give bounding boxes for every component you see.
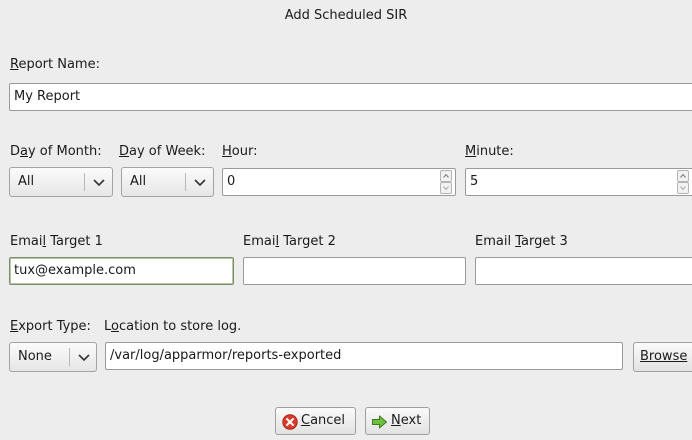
next-button[interactable]: Next xyxy=(365,407,430,435)
cancel-button-label: Cancel xyxy=(301,413,346,428)
export-type-label: Export Type: xyxy=(10,319,91,334)
email-target-2-label: Email Target 2 xyxy=(243,234,336,249)
chevron-up-icon xyxy=(443,173,449,178)
location-label: Location to store log. xyxy=(104,319,242,334)
email-target-1-input[interactable]: tux@example.com xyxy=(9,257,234,285)
hour-increment-button[interactable] xyxy=(440,170,452,182)
dialog-title: Add Scheduled SIR xyxy=(284,8,408,23)
minute-spinbutton[interactable]: 5 xyxy=(465,168,692,196)
email-target-3-label: Email Target 3 xyxy=(475,234,568,249)
report-name-input[interactable]: My Report xyxy=(9,83,692,111)
chevron-down-icon xyxy=(93,179,105,187)
cancel-button[interactable]: Cancel xyxy=(275,407,356,435)
day-of-week-value: All xyxy=(130,174,147,189)
export-type-combo[interactable]: None xyxy=(9,342,97,372)
day-of-week-label: Day of Week: xyxy=(119,144,206,159)
next-arrow-icon xyxy=(372,415,387,429)
hour-spinbutton[interactable]: 0 xyxy=(222,168,456,196)
email-target-1-label: Email Target 1 xyxy=(10,234,103,249)
day-of-week-combo[interactable]: All xyxy=(121,167,214,197)
browse-button[interactable]: Browse xyxy=(633,342,692,372)
minute-value: 5 xyxy=(470,174,479,189)
export-type-value: None xyxy=(18,349,52,364)
email-target-2-input[interactable] xyxy=(243,257,466,285)
chevron-up-icon xyxy=(680,173,686,178)
chevron-down-icon xyxy=(78,354,90,362)
minute-increment-button[interactable] xyxy=(677,170,689,182)
browse-button-label: Browse xyxy=(640,349,688,364)
day-of-month-value: All xyxy=(18,174,35,189)
cancel-icon xyxy=(282,414,298,430)
hour-decrement-button[interactable] xyxy=(440,182,452,194)
day-of-month-combo[interactable]: All xyxy=(9,167,113,197)
chevron-down-icon xyxy=(680,186,686,191)
minute-label: Minute: xyxy=(465,144,514,159)
day-of-month-label: Day of Month: xyxy=(10,144,102,159)
minute-decrement-button[interactable] xyxy=(677,182,689,194)
report-name-label: Report Name: xyxy=(10,57,100,72)
location-input[interactable]: /var/log/apparmor/reports-exported xyxy=(105,342,623,370)
hour-label: Hour: xyxy=(222,144,258,159)
chevron-down-icon xyxy=(194,179,206,187)
chevron-down-icon xyxy=(443,186,449,191)
next-button-label: Next xyxy=(391,413,422,428)
email-target-3-input[interactable] xyxy=(475,257,692,285)
hour-value: 0 xyxy=(227,174,236,189)
